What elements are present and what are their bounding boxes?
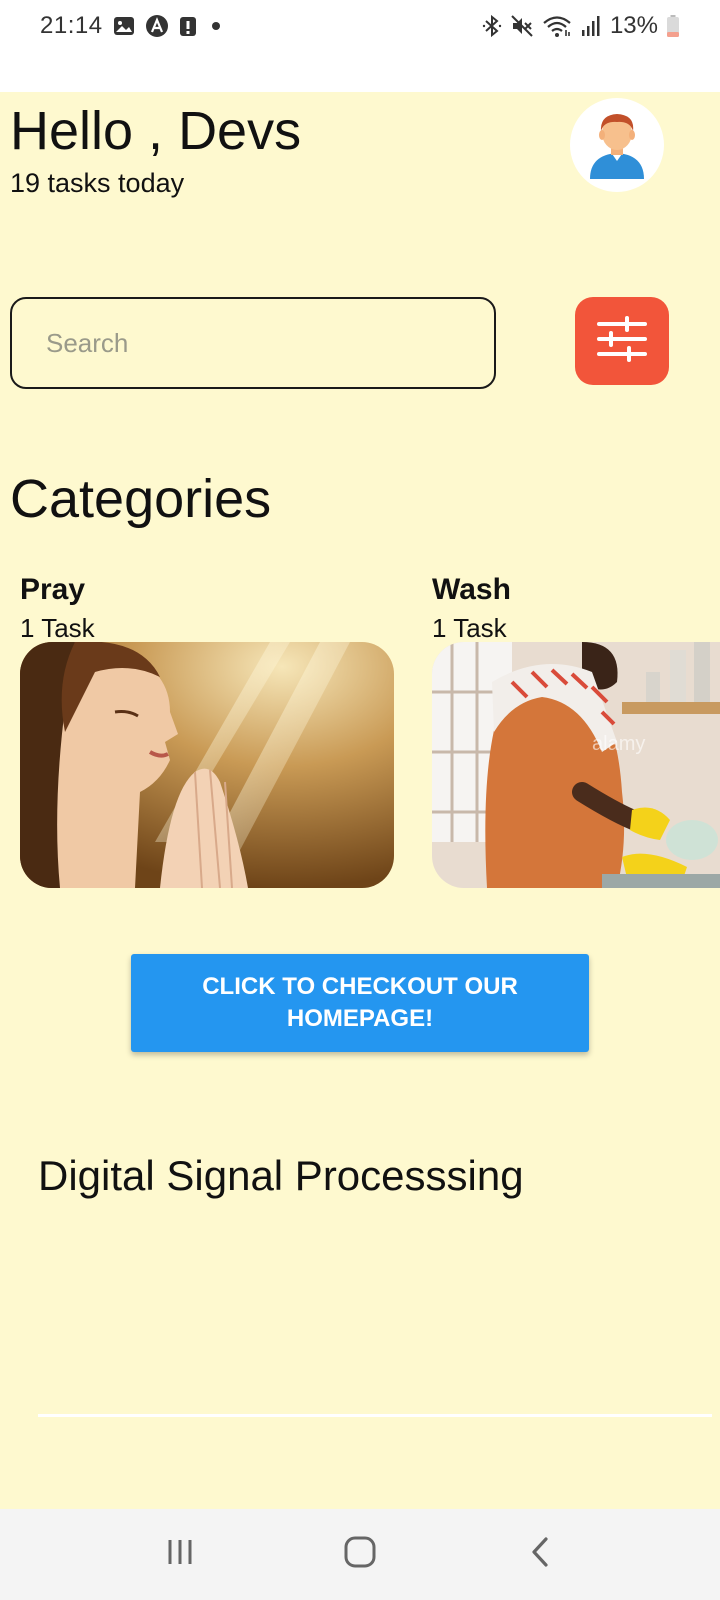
image-icon xyxy=(113,15,135,37)
filter-button[interactable] xyxy=(575,297,669,385)
category-card-pray[interactable]: Pray 1 Task xyxy=(20,573,394,888)
task-count: 19 tasks today xyxy=(10,168,185,198)
mute-icon xyxy=(510,14,534,38)
search-input[interactable] xyxy=(10,297,496,389)
bluetooth-icon xyxy=(482,14,502,38)
back-button[interactable] xyxy=(510,1525,570,1585)
divider xyxy=(38,1414,712,1417)
category-task-count: 1 Task xyxy=(20,613,95,643)
dot-icon xyxy=(207,17,225,35)
category-task-count: 1 Task xyxy=(432,613,507,643)
praying-woman-photo xyxy=(20,642,394,888)
category-card-wash[interactable]: Wash 1 Task alamy xyxy=(432,573,720,888)
subject-title: Digital Signal Processsing xyxy=(38,1152,524,1199)
recent-apps-button[interactable] xyxy=(150,1525,210,1585)
user-avatar-icon xyxy=(582,107,652,184)
recent-apps-icon xyxy=(165,1537,195,1572)
home-button[interactable] xyxy=(330,1525,390,1585)
sliders-icon xyxy=(595,315,649,367)
battery-percent: 13% xyxy=(609,12,658,39)
category-name: Pray xyxy=(20,573,86,606)
greeting-title: Hello , Devs xyxy=(10,101,302,161)
navigation-bar xyxy=(0,1509,720,1600)
profile-avatar[interactable] xyxy=(570,98,664,192)
category-name: Wash xyxy=(432,573,511,606)
checkout-homepage-button[interactable]: CLICK TO CHECKOUT OUR HOMEPAGE! xyxy=(131,954,589,1052)
alert-icon xyxy=(179,15,197,37)
back-icon xyxy=(528,1535,552,1574)
app-content: Hello , Devs 19 tasks today Search Categ… xyxy=(0,92,720,1509)
categories-title: Categories xyxy=(10,469,272,529)
man-washing-dishes-photo: alamy xyxy=(432,642,720,888)
status-bar: 21:14 13% xyxy=(0,0,720,52)
battery-icon xyxy=(666,14,680,38)
wifi-icon xyxy=(542,14,572,38)
signal-icon xyxy=(580,15,602,37)
svg-text:alamy: alamy xyxy=(592,733,645,755)
a-circle-icon xyxy=(145,14,169,38)
status-time: 21:14 xyxy=(40,12,103,39)
status-right: 13% xyxy=(482,12,680,40)
status-left: 21:14 xyxy=(40,12,225,40)
home-icon xyxy=(343,1535,377,1574)
